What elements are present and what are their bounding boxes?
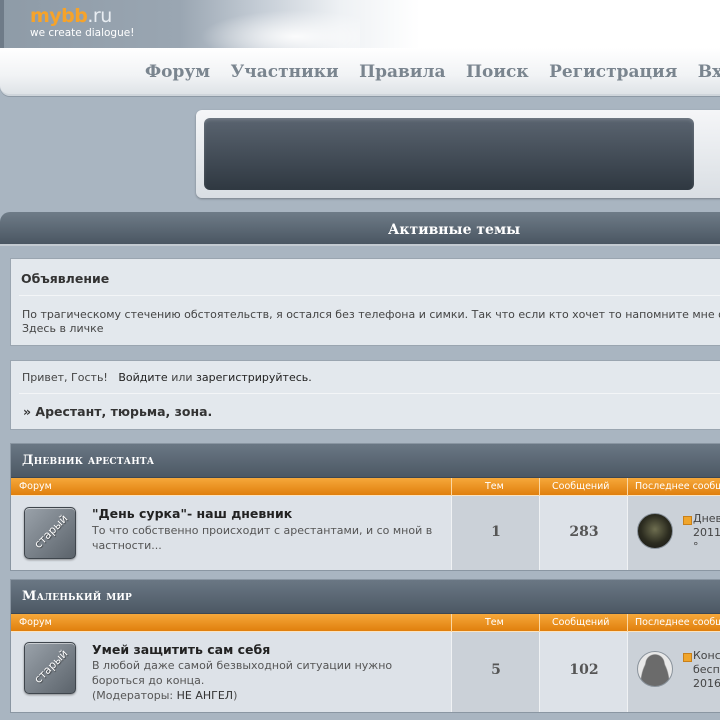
logo-tag-pre: we xyxy=(30,27,46,39)
column-headers: Форум Тем Сообщений Последнее сообщ xyxy=(11,614,720,632)
nav-item-members[interactable]: Участники xyxy=(231,62,339,82)
forum-description: То что собственно происходит с арестанта… xyxy=(92,524,433,552)
last-post-date: 2011-0 xyxy=(693,526,720,539)
category-title[interactable]: Маленький мир xyxy=(11,580,720,614)
moderators-close: ) xyxy=(233,689,238,702)
col-topics: Тем xyxy=(485,617,504,628)
posts-count: 283 xyxy=(569,524,599,540)
header-cloud-decoration xyxy=(200,10,360,48)
announcement-divider xyxy=(19,295,720,296)
last-poster-avatar[interactable] xyxy=(637,651,673,687)
col-last-post: Последнее сообщ xyxy=(635,481,720,492)
category-diary: Дневник арестанта Форум Тем Сообщений По… xyxy=(10,443,720,571)
announcement-line-2: Здесь в личке xyxy=(22,322,104,335)
nav-items: Форум Участники Правила Поиск Регистраци… xyxy=(145,62,720,82)
site-header: mybb.ru we create dialogue! xyxy=(0,0,720,48)
last-post-title[interactable]: Конс xyxy=(693,649,720,663)
forum-status-label: старый xyxy=(31,512,71,551)
forum-status-label: старый xyxy=(31,647,71,686)
announcement-box: Объявление По трагическому стечению обст… xyxy=(10,258,720,346)
last-post-icon xyxy=(683,516,692,525)
posts-count: 102 xyxy=(569,662,599,678)
welcome-line: Привет, Гость! Войдите или зарегистрируй… xyxy=(22,371,312,384)
col-topics: Тем xyxy=(485,481,504,492)
breadcrumb[interactable]: » Арестант, тюрьма, зона. xyxy=(23,404,212,419)
last-post-extra: ° xyxy=(693,540,699,553)
last-poster-avatar[interactable] xyxy=(637,513,673,549)
forum-title-link[interactable]: Умей защитить сам себя xyxy=(92,642,270,657)
welcome-divider xyxy=(19,393,720,394)
col-last-post: Последнее сообщ xyxy=(635,617,720,628)
nav-item-rules[interactable]: Правила xyxy=(359,62,445,82)
last-post-title[interactable]: Днев xyxy=(693,512,720,526)
category-small-world: Маленький мир Форум Тем Сообщений Послед… xyxy=(10,579,720,713)
col-forum: Форум xyxy=(19,617,52,628)
forum-moderators: (Модераторы: НЕ АНГЕЛ) xyxy=(92,689,237,702)
login-link[interactable]: Войдите xyxy=(118,371,167,384)
active-topics-bar: Активные темы xyxy=(0,212,720,246)
or-text: или xyxy=(171,371,193,384)
posts-cell: 102 xyxy=(539,632,627,712)
topics-count: 1 xyxy=(491,524,501,540)
main-nav: Форум Участники Правила Поиск Регистраци… xyxy=(0,48,720,96)
nav-item-register[interactable]: Регистрация xyxy=(549,62,677,82)
nav-item-login[interactable]: Вхо xyxy=(698,62,720,82)
forum-title-link[interactable]: "День сурка"- наш дневник xyxy=(92,506,292,521)
welcome-box: Привет, Гость! Войдите или зарегистрируй… xyxy=(10,360,720,430)
last-post-date: 2016-0 xyxy=(693,677,720,690)
announcement-text: По трагическому стечению обстоятельств, … xyxy=(22,308,720,336)
topics-cell: 1 xyxy=(451,496,539,570)
col-forum: Форум xyxy=(19,481,52,492)
last-post-info: Днев 2011-0 ° xyxy=(693,512,720,554)
moderator-link[interactable]: НЕ АНГЕЛ xyxy=(177,689,233,702)
topics-count: 5 xyxy=(491,662,501,678)
forum-description: В любой даже самой безвыходной ситуации … xyxy=(92,659,393,687)
topics-cell: 5 xyxy=(451,632,539,712)
posts-cell: 283 xyxy=(539,496,627,570)
banner-frame xyxy=(196,110,720,198)
logo-main-text: mybb xyxy=(30,5,88,27)
nav-item-forum[interactable]: Форум xyxy=(145,62,210,82)
col-posts: Сообщений xyxy=(552,481,610,492)
greeting-text: Привет, Гость! xyxy=(22,371,108,384)
forum-row: старый Умей защитить сам себя В любой да… xyxy=(11,632,720,712)
announcement-title: Объявление xyxy=(21,271,110,286)
last-post-icon xyxy=(683,653,692,662)
register-link[interactable]: зарегистрируйтесь. xyxy=(196,371,312,384)
nav-item-search[interactable]: Поиск xyxy=(466,62,529,82)
last-post-info: Конс беспре 2016-0 xyxy=(693,649,720,691)
forum-status-icon: старый xyxy=(24,507,76,559)
category-title[interactable]: Дневник арестанта xyxy=(11,444,720,478)
column-headers: Форум Тем Сообщений Последнее сообщ xyxy=(11,478,720,496)
active-topics-link[interactable]: Активные темы xyxy=(388,222,520,238)
col-posts: Сообщений xyxy=(552,617,610,628)
announcement-line-1: По трагическому стечению обстоятельств, … xyxy=(22,308,720,321)
logo-domain-text: .ru xyxy=(87,5,112,27)
forum-row: старый "День сурка"- наш дневник То что … xyxy=(11,496,720,570)
moderators-label: (Модераторы: xyxy=(92,689,174,702)
banner-panel xyxy=(204,118,694,190)
logo-tag-post: create dialogue! xyxy=(48,27,135,39)
last-post-title-cont[interactable]: беспре xyxy=(693,663,720,677)
site-logo[interactable]: mybb.ru we create dialogue! xyxy=(30,6,134,39)
forum-status-icon: старый xyxy=(24,642,76,694)
